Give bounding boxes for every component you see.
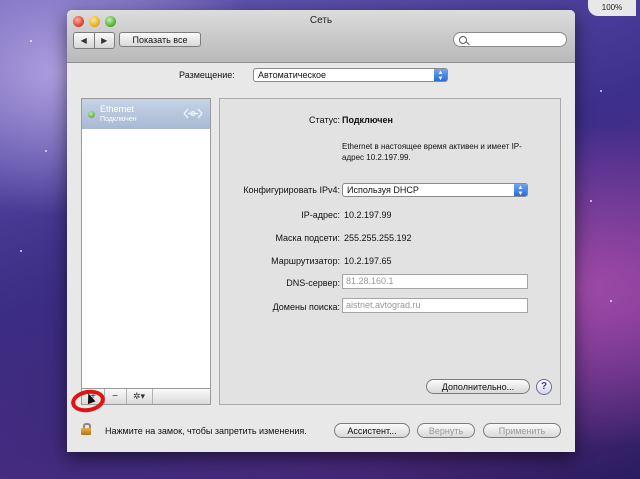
search-domains-field[interactable]: aistnet.avtograd.ru [342, 298, 528, 313]
search-input[interactable] [453, 32, 567, 47]
remove-service-button[interactable]: − [104, 389, 127, 404]
advanced-button[interactable]: Дополнительно... [426, 379, 530, 394]
location-label: Размещение: [179, 70, 235, 80]
ip-address-value: 10.2.197.99 [344, 210, 392, 220]
dns-server-label: DNS-сервер: [286, 278, 340, 288]
location-popup[interactable]: Автоматическое ▲ ▼ [253, 68, 448, 82]
configure-ipv4-label: Конфигурировать IPv4: [243, 185, 340, 195]
subnet-mask-value: 255.255.255.192 [344, 233, 412, 243]
assistant-button[interactable]: Ассистент... [334, 423, 410, 438]
star [590, 200, 592, 202]
revert-button[interactable]: Вернуть [417, 423, 475, 438]
star [610, 300, 612, 302]
status-value: Подключен [342, 115, 393, 125]
star [20, 250, 22, 252]
lock-message: Нажмите на замок, чтобы запретить измене… [105, 426, 307, 436]
subnet-mask-label: Маска подсети: [275, 233, 340, 243]
star [45, 150, 47, 152]
service-list: Ethernet Подключен [81, 98, 211, 404]
star [600, 90, 602, 92]
back-button[interactable]: ◀ [74, 33, 94, 48]
service-detail-panel: Статус: Подключен Ethernet в настоящее в… [219, 98, 561, 405]
window-title: Сеть [309, 15, 333, 26]
search-icon [459, 36, 467, 44]
ethernet-icon [183, 108, 203, 119]
status-label: Статус: [309, 115, 340, 125]
router-value: 10.2.197.65 [344, 256, 392, 266]
star [30, 40, 32, 42]
popup-arrows-icon: ▲ ▼ [434, 69, 447, 82]
configure-ipv4-value: Используя DHCP [347, 185, 419, 195]
nav-buttons: ◀ ▶ [73, 32, 115, 49]
gear-menu-button[interactable]: ✲▾ [126, 389, 153, 404]
lock-icon[interactable] [81, 423, 91, 435]
service-name: Ethernet [100, 104, 135, 114]
popup-arrows-icon: ▲ ▼ [514, 184, 527, 197]
dns-server-field[interactable]: 81.28.160.1 [342, 274, 528, 289]
forward-button[interactable]: ▶ [93, 33, 115, 48]
titlebar: Сеть ◀ ▶ Показать все [67, 10, 575, 63]
configure-ipv4-popup[interactable]: Используя DHCP ▲ ▼ [342, 183, 528, 197]
help-button[interactable]: ? [536, 379, 552, 395]
search-domains-label: Домены поиска: [272, 302, 340, 312]
router-label: Маршрутизатор: [271, 256, 340, 266]
service-item-ethernet[interactable]: Ethernet Подключен [82, 99, 210, 129]
show-all-button[interactable]: Показать все [119, 32, 201, 47]
network-window: Сеть ◀ ▶ Показать все Размещение: Автома… [67, 10, 575, 452]
zoom-badge: 100% [588, 0, 636, 16]
status-connected-icon [88, 111, 95, 118]
apply-button[interactable]: Применить [483, 423, 561, 438]
service-status: Подключен [100, 116, 137, 123]
location-value: Автоматическое [258, 70, 327, 80]
status-note: Ethernet в настоящее время активен и име… [342, 142, 522, 162]
ip-address-label: IP-адрес: [301, 210, 340, 220]
